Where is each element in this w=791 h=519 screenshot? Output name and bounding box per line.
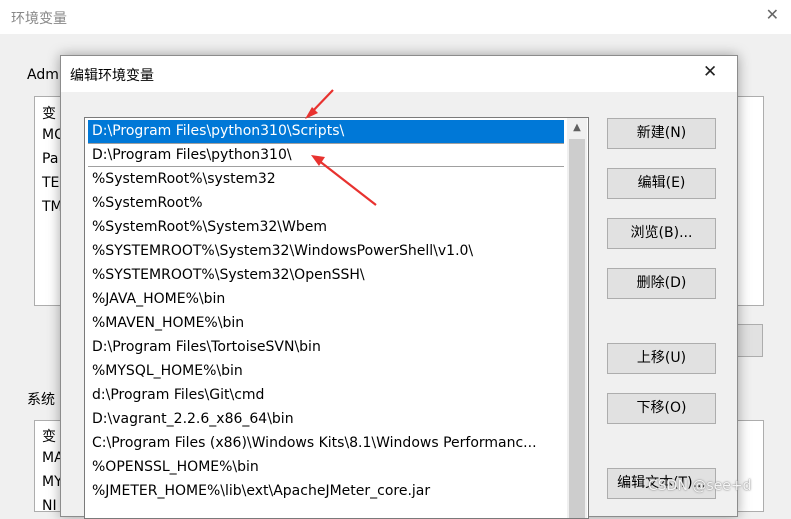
delete-button[interactable]: 删除(D): [607, 268, 716, 299]
path-list[interactable]: D:\Program Files\python310\Scripts\ D:\P…: [84, 117, 589, 519]
path-row[interactable]: %SystemRoot%\System32\Wbem: [88, 216, 564, 239]
system-var-row[interactable]: NI: [42, 498, 57, 514]
user-var-row[interactable]: Pa: [42, 151, 58, 167]
edit-button[interactable]: 编辑(E): [607, 168, 716, 199]
user-vars-header: 变: [42, 106, 56, 122]
system-vars-header: 变: [42, 429, 56, 445]
env-vars-titlebar: 环境变量 ✕: [0, 0, 791, 34]
user-vars-hidden-button[interactable]: [736, 324, 763, 357]
env-vars-close-icon[interactable]: ✕: [766, 5, 779, 24]
path-row[interactable]: %JAVA_HOME%\bin: [88, 288, 564, 311]
path-row[interactable]: D:\Program Files\TortoiseSVN\bin: [88, 336, 564, 359]
watermark-text: CSDN @see+d: [648, 478, 752, 494]
path-row[interactable]: %MYSQL_HOME%\bin: [88, 360, 564, 383]
move-down-button[interactable]: 下移(O): [607, 393, 716, 424]
path-row[interactable]: %OPENSSL_HOME%\bin: [88, 456, 564, 479]
user-vars-group-label: Adm: [27, 67, 59, 83]
scroll-thumb[interactable]: [569, 139, 585, 518]
path-row[interactable]: %JMETER_HOME%\lib\ext\ApacheJMeter_core.…: [88, 480, 564, 503]
new-button[interactable]: 新建(N): [607, 118, 716, 149]
dialog-title: 编辑环境变量: [70, 68, 154, 84]
system-vars-group-label: 系统: [27, 392, 55, 408]
env-vars-title: 环境变量: [11, 11, 67, 27]
path-row[interactable]: D:\Program Files\python310\Scripts\: [88, 120, 564, 143]
path-row[interactable]: %SYSTEMROOT%\System32\OpenSSH\: [88, 264, 564, 287]
user-var-row[interactable]: TE: [42, 175, 59, 191]
path-row[interactable]: C:\Program Files (x86)\Windows Kits\8.1\…: [88, 432, 564, 455]
dialog-titlebar: 编辑环境变量 ✕: [61, 56, 737, 92]
path-row[interactable]: D:\vagrant_2.2.6_x86_64\bin: [88, 408, 564, 431]
path-row[interactable]: d:\Program Files\Git\cmd: [88, 384, 564, 407]
path-row[interactable]: %MAVEN_HOME%\bin: [88, 312, 564, 335]
dialog-close-icon[interactable]: ✕: [703, 62, 717, 82]
path-row[interactable]: %SystemRoot%: [88, 192, 564, 215]
path-row[interactable]: %SYSTEMROOT%\System32\WindowsPowerShell\…: [88, 240, 564, 263]
move-up-button[interactable]: 上移(U): [607, 343, 716, 374]
edit-env-var-dialog: 编辑环境变量 ✕ D:\Program Files\python310\Scri…: [60, 55, 738, 519]
path-row[interactable]: D:\Program Files\python310\: [88, 143, 564, 167]
path-row[interactable]: %SystemRoot%\system32: [88, 168, 564, 191]
browse-button[interactable]: 浏览(B)...: [607, 218, 716, 249]
scroll-up-arrow-icon[interactable]: ▲: [567, 118, 587, 138]
path-list-scrollbar[interactable]: ▲: [567, 118, 587, 518]
